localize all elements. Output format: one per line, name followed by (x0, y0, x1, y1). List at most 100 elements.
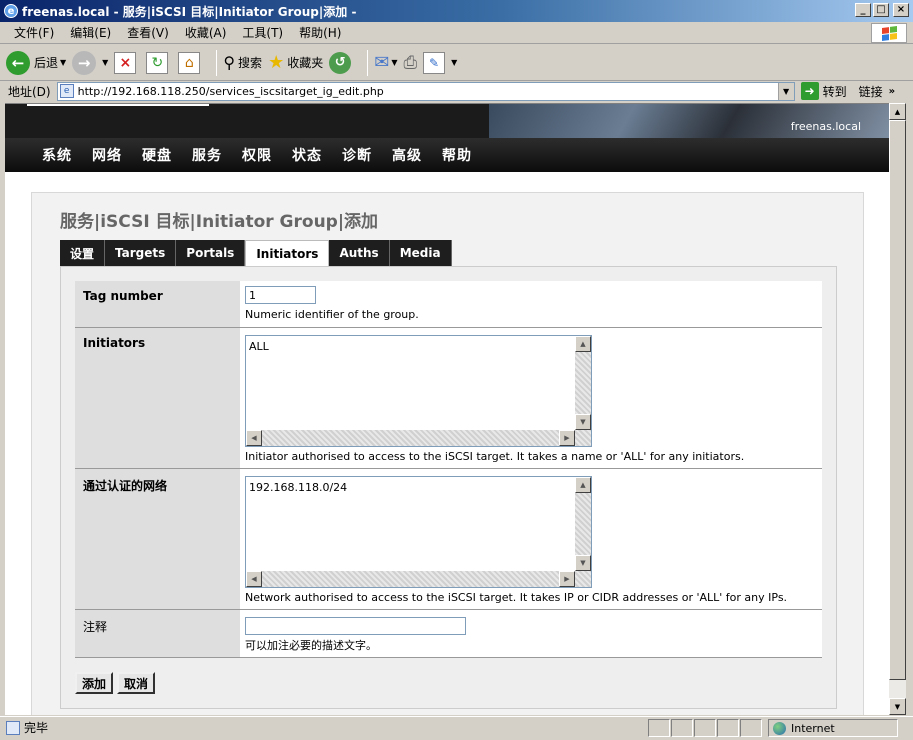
add-button[interactable]: 添加 (75, 672, 114, 694)
search-button[interactable]: ⚲ 搜索 (223, 53, 262, 72)
edit-page-icon: ✎ (423, 51, 446, 74)
scroll-left-icon[interactable]: ◀ (246, 571, 262, 587)
initiators-hint: Initiator authorised to access to the iS… (245, 450, 745, 463)
status-panel (740, 719, 762, 737)
form-buttons: 添加 取消 (75, 672, 156, 694)
chevron-right-icon[interactable]: » (889, 86, 895, 97)
favorites-label: 收藏夹 (287, 56, 324, 70)
window-controls: _ □ × (855, 3, 909, 17)
banner-divider (27, 104, 209, 106)
scroll-left-icon[interactable]: ◀ (246, 430, 262, 446)
refresh-button[interactable]: ↻ (146, 51, 172, 74)
nav-status[interactable]: 状态 (292, 145, 322, 165)
form-area: Tag number Numeric identifier of the gro… (60, 266, 837, 709)
scroll-right-icon[interactable]: ▶ (559, 571, 575, 587)
scroll-up-icon[interactable]: ▲ (889, 103, 906, 120)
horizontal-scrollbar[interactable]: ◀ ▶ (246, 571, 591, 587)
history-button[interactable]: ↺ (329, 51, 355, 74)
nav-disks[interactable]: 硬盘 (142, 145, 172, 165)
scroll-down-icon[interactable]: ▼ (575, 555, 591, 571)
menu-tools[interactable]: 工具(T) (234, 24, 291, 41)
edit-button[interactable]: ✎ ▼ (423, 51, 457, 74)
nav-diagnostics[interactable]: 诊断 (342, 145, 372, 165)
search-label: 搜索 (238, 56, 263, 70)
scroll-right-icon[interactable]: ▶ (559, 430, 575, 446)
tab-auths[interactable]: Auths (329, 240, 390, 266)
chevron-down-icon[interactable]: ▼ (60, 58, 66, 67)
nav-help[interactable]: 帮助 (442, 145, 472, 165)
menu-bar: 文件(F) 编辑(E) 查看(V) 收藏(A) 工具(T) 帮助(H) (0, 22, 913, 44)
page-title: 服务|iSCSI 目标|Initiator Group|添加 (60, 212, 379, 232)
network-row: 通过认证的网络 192.168.118.0/24 ▲ ▼ ◀ ▶ Network… (75, 469, 822, 610)
horizontal-scrollbar[interactable]: ◀ ▶ (246, 430, 591, 446)
scrollbar-thumb[interactable] (889, 120, 906, 680)
comment-row: 注释 可以加注必要的描述文字。 (75, 610, 822, 658)
mail-button[interactable]: ✉ ▼ (374, 52, 397, 73)
nav-system[interactable]: 系统 (42, 145, 72, 165)
links-button[interactable]: 链接 (859, 83, 883, 100)
home-button[interactable]: ⌂ (178, 51, 204, 74)
chevron-down-icon[interactable]: ▼ (102, 58, 108, 67)
main-nav: 系统 网络 硬盘 服务 权限 状态 诊断 高级 帮助 (5, 138, 889, 172)
url-text[interactable]: http://192.168.118.250/services_iscsitar… (78, 85, 384, 98)
chevron-down-icon[interactable]: ▼ (391, 58, 397, 67)
go-label: 转到 (822, 84, 847, 99)
window-title: freenas.local - 服务|iSCSI 目标|Initiator Gr… (22, 4, 357, 19)
vertical-scrollbar[interactable]: ▲ ▼ (575, 336, 591, 430)
network-textarea[interactable]: 192.168.118.0/24 ▲ ▼ ◀ ▶ (245, 476, 592, 588)
scroll-up-icon[interactable]: ▲ (575, 477, 591, 493)
maximize-button[interactable]: □ (873, 3, 889, 17)
stop-button[interactable]: × (114, 51, 140, 74)
network-value[interactable]: 192.168.118.0/24 (249, 481, 347, 494)
print-button[interactable]: ⎙ (403, 53, 417, 73)
initiators-value[interactable]: ALL (249, 340, 269, 353)
tab-settings[interactable]: 设置 (60, 240, 106, 266)
menu-favorites[interactable]: 收藏(A) (177, 24, 235, 41)
tab-portals[interactable]: Portals (176, 240, 246, 266)
page-scrollbar[interactable]: ▲ ▼ (889, 103, 906, 715)
tag-number-input[interactable] (245, 286, 316, 304)
menu-help[interactable]: 帮助(H) (291, 24, 349, 41)
scroll-down-icon[interactable]: ▼ (575, 414, 591, 430)
tab-media[interactable]: Media (389, 240, 452, 266)
home-icon: ⌂ (178, 51, 201, 74)
initiators-textarea[interactable]: ALL ▲ ▼ ◀ ▶ (245, 335, 592, 447)
forward-arrow-icon: → (72, 50, 97, 75)
url-input[interactable]: e http://192.168.118.250/services_iscsit… (56, 81, 795, 101)
network-hint: Network authorised to access to the iSCS… (245, 591, 788, 604)
tab-initiators[interactable]: Initiators (245, 240, 330, 266)
toolbar-separator (216, 49, 218, 76)
windows-logo-icon (871, 23, 907, 43)
vertical-scrollbar[interactable]: ▲ ▼ (575, 477, 591, 571)
close-button[interactable]: × (893, 3, 909, 17)
comment-input[interactable] (245, 617, 466, 635)
forward-button[interactable]: → ▼ (72, 50, 108, 75)
chevron-down-icon[interactable]: ▼ (451, 58, 457, 67)
scroll-up-icon[interactable]: ▲ (575, 336, 591, 352)
toolbar-separator (367, 49, 369, 76)
menu-file[interactable]: 文件(F) (6, 24, 62, 41)
status-panel (694, 719, 716, 737)
cancel-button[interactable]: 取消 (117, 672, 156, 694)
nav-advanced[interactable]: 高级 (392, 145, 422, 165)
page-icon: e (59, 84, 74, 98)
back-button[interactable]: ← 后退 ▼ (6, 50, 66, 75)
tab-targets[interactable]: Targets (105, 240, 177, 266)
favorites-button[interactable]: ★ 收藏夹 (268, 52, 323, 73)
ie-window-icon: e (4, 4, 18, 18)
refresh-icon: ↻ (146, 51, 169, 74)
status-bar: 完毕 Internet (0, 716, 913, 738)
go-button[interactable]: ➜ 转到 (800, 82, 847, 100)
nav-network[interactable]: 网络 (92, 145, 122, 165)
minimize-button[interactable]: _ (855, 3, 871, 17)
mail-icon: ✉ (374, 52, 390, 73)
stop-icon: × (114, 51, 137, 74)
status-panels (648, 719, 763, 737)
menu-view[interactable]: 查看(V) (119, 24, 177, 41)
menu-edit[interactable]: 编辑(E) (62, 24, 119, 41)
chevron-down-icon[interactable]: ▼ (777, 82, 794, 100)
nav-services[interactable]: 服务 (192, 145, 222, 165)
scroll-down-icon[interactable]: ▼ (889, 698, 906, 715)
zone-label: Internet (791, 721, 835, 735)
nav-access[interactable]: 权限 (242, 145, 272, 165)
